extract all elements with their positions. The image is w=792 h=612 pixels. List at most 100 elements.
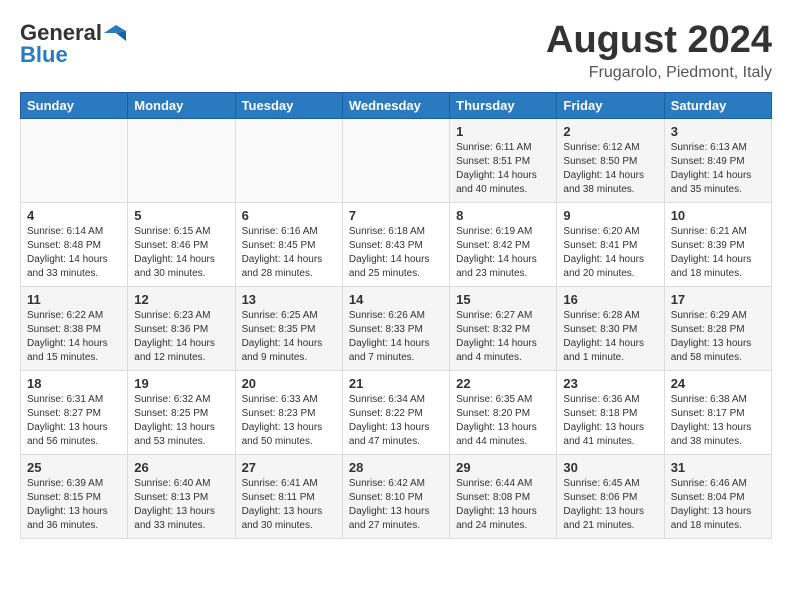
calendar-day: 9 Sunrise: 6:20 AM Sunset: 8:41 PM Daylig… xyxy=(557,202,664,286)
calendar-day: 30 Sunrise: 6:45 AM Sunset: 8:06 PM Dayli… xyxy=(557,454,664,538)
dow-header: Friday xyxy=(557,92,664,118)
calendar-empty xyxy=(235,118,342,202)
day-info: Sunrise: 6:31 AM Sunset: 8:27 PM Dayligh… xyxy=(27,393,121,449)
day-info: Sunrise: 6:19 AM Sunset: 8:42 PM Dayligh… xyxy=(456,225,550,281)
day-info: Sunrise: 6:11 AM Sunset: 8:51 PM Dayligh… xyxy=(456,141,550,197)
calendar-day: 2 Sunrise: 6:12 AM Sunset: 8:50 PM Daylig… xyxy=(557,118,664,202)
calendar-week-row: 4 Sunrise: 6:14 AM Sunset: 8:48 PM Daylig… xyxy=(21,202,772,286)
day-info: Sunrise: 6:21 AM Sunset: 8:39 PM Dayligh… xyxy=(671,225,765,281)
day-number: 2 xyxy=(563,124,657,139)
calendar-day: 16 Sunrise: 6:28 AM Sunset: 8:30 PM Dayli… xyxy=(557,286,664,370)
calendar-empty xyxy=(128,118,235,202)
calendar-day: 17 Sunrise: 6:29 AM Sunset: 8:28 PM Dayli… xyxy=(664,286,771,370)
logo-blue: Blue xyxy=(20,42,68,68)
day-number: 18 xyxy=(27,376,121,391)
day-number: 29 xyxy=(456,460,550,475)
day-number: 1 xyxy=(456,124,550,139)
day-info: Sunrise: 6:33 AM Sunset: 8:23 PM Dayligh… xyxy=(242,393,336,449)
day-info: Sunrise: 6:39 AM Sunset: 8:15 PM Dayligh… xyxy=(27,477,121,533)
day-number: 5 xyxy=(134,208,228,223)
day-number: 30 xyxy=(563,460,657,475)
calendar-day: 15 Sunrise: 6:27 AM Sunset: 8:32 PM Dayli… xyxy=(450,286,557,370)
day-number: 6 xyxy=(242,208,336,223)
day-info: Sunrise: 6:29 AM Sunset: 8:28 PM Dayligh… xyxy=(671,309,765,365)
day-number: 17 xyxy=(671,292,765,307)
calendar-day: 13Sunrise: 6:25 AM Sunset: 8:35 PM Dayli… xyxy=(235,286,342,370)
dow-header: Wednesday xyxy=(342,92,449,118)
calendar-day: 12 Sunrise: 6:23 AM Sunset: 8:36 PM Dayli… xyxy=(128,286,235,370)
calendar-week-row: 25 Sunrise: 6:39 AM Sunset: 8:15 PM Dayli… xyxy=(21,454,772,538)
day-info: Sunrise: 6:45 AM Sunset: 8:06 PM Dayligh… xyxy=(563,477,657,533)
day-info: Sunrise: 6:23 AM Sunset: 8:36 PM Dayligh… xyxy=(134,309,228,365)
day-info: Sunrise: 6:38 AM Sunset: 8:17 PM Dayligh… xyxy=(671,393,765,449)
days-of-week-row: SundayMondayTuesdayWednesdayThursdayFrid… xyxy=(21,92,772,118)
title-area: August 2024 Frugarolo, Piedmont, Italy xyxy=(546,20,772,82)
calendar-day: 18 Sunrise: 6:31 AM Sunset: 8:27 PM Dayli… xyxy=(21,370,128,454)
calendar-day: 21 Sunrise: 6:34 AM Sunset: 8:22 PM Dayli… xyxy=(342,370,449,454)
day-number: 11 xyxy=(27,292,121,307)
day-number: 21 xyxy=(349,376,443,391)
day-info: Sunrise: 6:20 AM Sunset: 8:41 PM Dayligh… xyxy=(563,225,657,281)
day-number: 24 xyxy=(671,376,765,391)
calendar-table: SundayMondayTuesdayWednesdayThursdayFrid… xyxy=(20,92,772,539)
calendar-empty xyxy=(342,118,449,202)
day-number: 9 xyxy=(563,208,657,223)
day-number: 8 xyxy=(456,208,550,223)
day-number: 20 xyxy=(242,376,336,391)
calendar-day: 26 Sunrise: 6:40 AM Sunset: 8:13 PM Dayli… xyxy=(128,454,235,538)
dow-header: Thursday xyxy=(450,92,557,118)
day-info: Sunrise: 6:27 AM Sunset: 8:32 PM Dayligh… xyxy=(456,309,550,365)
day-number: 12 xyxy=(134,292,228,307)
day-number: 13 xyxy=(242,292,336,307)
day-info: Sunrise: 6:36 AM Sunset: 8:18 PM Dayligh… xyxy=(563,393,657,449)
day-number: 15 xyxy=(456,292,550,307)
day-info: Sunrise: 6:16 AM Sunset: 8:45 PM Dayligh… xyxy=(242,225,336,281)
day-info: Sunrise: 6:15 AM Sunset: 8:46 PM Dayligh… xyxy=(134,225,228,281)
calendar-day: 28 Sunrise: 6:42 AM Sunset: 8:10 PM Dayli… xyxy=(342,454,449,538)
day-info: Sunrise: 6:14 AM Sunset: 8:48 PM Dayligh… xyxy=(27,225,121,281)
day-number: 28 xyxy=(349,460,443,475)
day-number: 16 xyxy=(563,292,657,307)
calendar-day: 29 Sunrise: 6:44 AM Sunset: 8:08 PM Dayli… xyxy=(450,454,557,538)
calendar-day: 23 Sunrise: 6:36 AM Sunset: 8:18 PM Dayli… xyxy=(557,370,664,454)
calendar-week-row: 11 Sunrise: 6:22 AM Sunset: 8:38 PM Dayli… xyxy=(21,286,772,370)
day-info: Sunrise: 6:12 AM Sunset: 8:50 PM Dayligh… xyxy=(563,141,657,197)
day-info: Sunrise: 6:40 AM Sunset: 8:13 PM Dayligh… xyxy=(134,477,228,533)
dow-header: Monday xyxy=(128,92,235,118)
calendar-day: 1 Sunrise: 6:11 AM Sunset: 8:51 PM Daylig… xyxy=(450,118,557,202)
day-number: 31 xyxy=(671,460,765,475)
calendar-day: 22Sunrise: 6:35 AM Sunset: 8:20 PM Dayli… xyxy=(450,370,557,454)
day-number: 27 xyxy=(242,460,336,475)
calendar-day: 19Sunrise: 6:32 AM Sunset: 8:25 PM Dayli… xyxy=(128,370,235,454)
day-number: 4 xyxy=(27,208,121,223)
dow-header: Tuesday xyxy=(235,92,342,118)
calendar-day: 24 Sunrise: 6:38 AM Sunset: 8:17 PM Dayli… xyxy=(664,370,771,454)
day-number: 25 xyxy=(27,460,121,475)
day-number: 14 xyxy=(349,292,443,307)
calendar-day: 4 Sunrise: 6:14 AM Sunset: 8:48 PM Daylig… xyxy=(21,202,128,286)
calendar-week-row: 1 Sunrise: 6:11 AM Sunset: 8:51 PM Daylig… xyxy=(21,118,772,202)
day-info: Sunrise: 6:32 AM Sunset: 8:25 PM Dayligh… xyxy=(134,393,228,449)
day-info: Sunrise: 6:44 AM Sunset: 8:08 PM Dayligh… xyxy=(456,477,550,533)
dow-header: Saturday xyxy=(664,92,771,118)
day-number: 7 xyxy=(349,208,443,223)
calendar-empty xyxy=(21,118,128,202)
calendar-day: 14Sunrise: 6:26 AM Sunset: 8:33 PM Dayli… xyxy=(342,286,449,370)
calendar-day: 7Sunrise: 6:18 AM Sunset: 8:43 PM Daylig… xyxy=(342,202,449,286)
calendar-day: 31Sunrise: 6:46 AM Sunset: 8:04 PM Dayli… xyxy=(664,454,771,538)
day-info: Sunrise: 6:28 AM Sunset: 8:30 PM Dayligh… xyxy=(563,309,657,365)
logo-bird-icon xyxy=(104,25,126,41)
day-number: 26 xyxy=(134,460,228,475)
day-info: Sunrise: 6:42 AM Sunset: 8:10 PM Dayligh… xyxy=(349,477,443,533)
dow-header: Sunday xyxy=(21,92,128,118)
day-info: Sunrise: 6:13 AM Sunset: 8:49 PM Dayligh… xyxy=(671,141,765,197)
calendar-day: 5 Sunrise: 6:15 AM Sunset: 8:46 PM Daylig… xyxy=(128,202,235,286)
day-number: 23 xyxy=(563,376,657,391)
day-number: 3 xyxy=(671,124,765,139)
calendar-day: 6 Sunrise: 6:16 AM Sunset: 8:45 PM Daylig… xyxy=(235,202,342,286)
day-info: Sunrise: 6:34 AM Sunset: 8:22 PM Dayligh… xyxy=(349,393,443,449)
day-info: Sunrise: 6:41 AM Sunset: 8:11 PM Dayligh… xyxy=(242,477,336,533)
day-info: Sunrise: 6:22 AM Sunset: 8:38 PM Dayligh… xyxy=(27,309,121,365)
calendar-day: 3 Sunrise: 6:13 AM Sunset: 8:49 PM Daylig… xyxy=(664,118,771,202)
calendar-day: 20 Sunrise: 6:33 AM Sunset: 8:23 PM Dayli… xyxy=(235,370,342,454)
